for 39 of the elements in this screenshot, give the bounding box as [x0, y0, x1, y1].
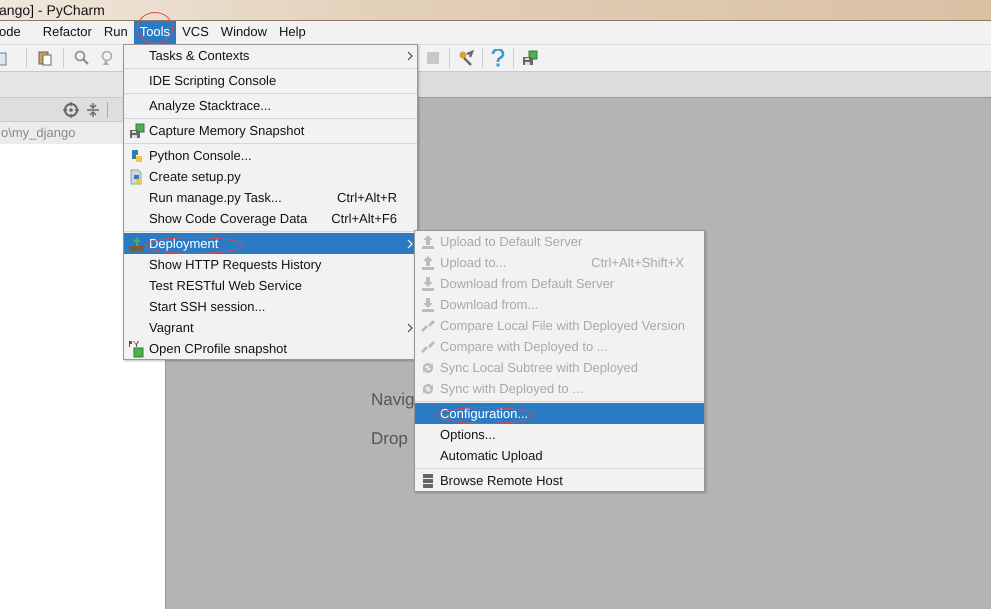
download-icon — [420, 276, 436, 292]
search-icon[interactable] — [74, 50, 90, 66]
menu-item[interactable]: Analyze Stacktrace... — [124, 95, 417, 116]
upload-icon — [420, 234, 436, 250]
upload-icon — [420, 254, 436, 270]
menu-item[interactable]: Tools — [134, 21, 176, 44]
menu-item[interactable]: Help — [273, 21, 312, 44]
menu-item[interactable]: Show Code Coverage Data Ctrl+Alt+F6 — [124, 208, 417, 229]
menu-item[interactable]: Window — [214, 21, 274, 44]
python-icon — [129, 148, 145, 164]
welcome-text: Drop — [371, 428, 408, 450]
menu-item[interactable]: Start SSH session... — [124, 296, 417, 317]
menu-item[interactable]: Configuration... — [415, 403, 704, 424]
menu-item[interactable]: Show HTTP Requests History — [124, 254, 417, 275]
welcome-text: Navig — [371, 389, 414, 411]
menu-item[interactable]: Run — [98, 21, 134, 44]
target-icon — [63, 102, 79, 118]
deployment-icon — [129, 236, 145, 252]
menu-item[interactable]: Python Console... — [124, 145, 417, 166]
menu-item[interactable]: Create setup.py — [124, 166, 417, 187]
menu-item[interactable]: Deployment — [124, 233, 417, 254]
menu-item[interactable]: Options... — [415, 424, 704, 445]
menu-item[interactable]: IDE Scripting Console — [124, 70, 417, 91]
menu-item[interactable]: Open CProfile snapshot — [124, 338, 417, 359]
memory-snapshot-icon — [129, 122, 145, 138]
menu-item[interactable]: Automatic Upload — [415, 445, 704, 466]
menu-item[interactable]: Refactor — [36, 21, 98, 44]
paste-icon[interactable] — [37, 50, 53, 66]
menu-item[interactable]: VCS — [176, 21, 215, 44]
collapse-icon — [85, 102, 101, 118]
menu-item[interactable]: Browse Remote Host — [415, 470, 704, 491]
menu-item[interactable]: Vagrant — [124, 317, 417, 338]
server-icon — [420, 472, 436, 488]
menu-item[interactable]: Run manage.py Task... Ctrl+Alt+R — [124, 187, 417, 208]
download-icon — [420, 296, 436, 312]
help-icon[interactable] — [491, 49, 505, 67]
profiler-icon — [128, 340, 146, 358]
memory-snapshot-icon[interactable] — [522, 50, 538, 66]
menu-item[interactable]: Test RESTful Web Service — [124, 275, 417, 296]
